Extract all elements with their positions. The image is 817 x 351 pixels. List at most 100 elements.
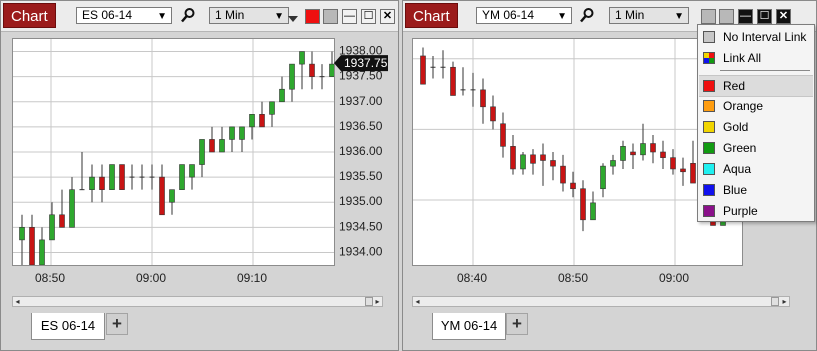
- time-axis: 08:50 09:00 09:10: [35, 271, 267, 285]
- plus-icon: +: [112, 314, 122, 333]
- candle-body: [309, 63, 315, 77]
- scroll-thumb[interactable]: [365, 297, 373, 306]
- menu-item-red[interactable]: Red: [699, 75, 813, 97]
- candle: [309, 51, 315, 90]
- horizontal-scrollbar[interactable]: ◂ ▸: [12, 296, 383, 307]
- chart-toolbar: Chart ES 06-14 ▼ 1 Min ▼ — ☐ ✕: [1, 1, 398, 32]
- interval-link-button[interactable]: [323, 9, 338, 24]
- candle: [680, 157, 686, 186]
- candle-body: [420, 55, 426, 85]
- y-tick-label: 1934.00: [339, 244, 383, 258]
- chevron-down-icon: ▼: [674, 11, 684, 22]
- scroll-thumb[interactable]: [771, 297, 779, 306]
- menu-item-aqua[interactable]: Aqua: [699, 159, 813, 179]
- candle: [129, 164, 135, 190]
- candle-body: [99, 176, 105, 190]
- candle: [169, 189, 175, 215]
- close-button[interactable]: ✕: [380, 9, 395, 24]
- candle: [470, 72, 476, 107]
- search-icon[interactable]: [579, 7, 595, 27]
- add-tab-button[interactable]: +: [506, 313, 528, 335]
- tab-ym-06-14[interactable]: YM 06-14: [432, 313, 506, 340]
- candle-body: [59, 214, 65, 228]
- minimize-button[interactable]: —: [342, 9, 357, 24]
- candle: [199, 139, 205, 178]
- candle-body: [540, 154, 546, 161]
- menu-item-label: No Interval Link: [723, 30, 807, 44]
- candle: [289, 63, 295, 102]
- candle-body: [199, 139, 205, 165]
- menu-item-orange[interactable]: Orange: [699, 96, 813, 116]
- search-icon[interactable]: [180, 7, 196, 27]
- close-icon: ✕: [778, 10, 789, 22]
- horizontal-scrollbar[interactable]: ◂ ▸: [412, 296, 790, 307]
- close-button[interactable]: ✕: [776, 9, 791, 24]
- minimize-button[interactable]: —: [738, 9, 753, 24]
- y-tick-label: 1934.50: [339, 219, 383, 233]
- color-swatch-icon: [703, 80, 715, 92]
- dropdown-triangle-icon[interactable]: [287, 12, 299, 26]
- candle: [229, 126, 235, 152]
- instrument-selector[interactable]: ES 06-14 ▼: [76, 7, 172, 24]
- maximize-button[interactable]: ☐: [757, 9, 772, 24]
- plot-area[interactable]: [12, 38, 345, 266]
- candle: [149, 164, 155, 190]
- menu-separator: [720, 70, 810, 71]
- candle: [59, 189, 65, 228]
- close-icon: ✕: [382, 10, 393, 22]
- candle-body: [510, 146, 516, 170]
- tab-label: ES 06-14: [40, 318, 96, 333]
- y-tick-label: 1935.50: [339, 169, 383, 183]
- candle: [29, 214, 35, 266]
- menu-item-green[interactable]: Green: [699, 138, 813, 158]
- tab-es-06-14[interactable]: ES 06-14: [31, 313, 105, 340]
- x-tick-label: 09:10: [237, 271, 267, 285]
- candlestick-chart: [13, 39, 345, 266]
- candle-body: [119, 164, 125, 190]
- link-color-button[interactable]: [305, 9, 320, 24]
- candle-body: [680, 168, 686, 173]
- menu-item-gold[interactable]: Gold: [699, 117, 813, 137]
- candle-body: [660, 151, 666, 158]
- maximize-button[interactable]: ☐: [361, 9, 376, 24]
- candle-body: [179, 164, 185, 190]
- interval-selector[interactable]: 1 Min ▼: [609, 7, 689, 24]
- minimize-icon: —: [740, 10, 751, 22]
- y-tick-label: 1937.00: [339, 94, 383, 108]
- scroll-right-icon[interactable]: ▸: [373, 297, 382, 306]
- color-swatch-icon: [703, 205, 715, 217]
- interval-link-button[interactable]: [719, 9, 734, 24]
- y-tick-label: 1936.00: [339, 144, 383, 158]
- menu-item-blue[interactable]: Blue: [699, 180, 813, 200]
- instrument-value: ES 06-14: [82, 8, 133, 22]
- scroll-left-icon[interactable]: ◂: [413, 297, 422, 306]
- x-tick-label: 08:40: [457, 271, 487, 285]
- candle-body: [640, 143, 646, 156]
- candle: [249, 114, 255, 140]
- last-price-marker: 1937.75: [334, 55, 388, 72]
- candle: [490, 95, 496, 130]
- candle: [600, 163, 606, 198]
- candle: [209, 126, 215, 153]
- candle-body: [520, 154, 526, 170]
- scroll-right-icon[interactable]: ▸: [780, 297, 789, 306]
- instrument-selector[interactable]: YM 06-14 ▼: [476, 7, 572, 24]
- menu-item-label: Purple: [723, 204, 758, 218]
- interval-selector[interactable]: 1 Min ▼: [209, 7, 289, 24]
- menu-item-no-interval-link[interactable]: No Interval Link: [699, 27, 813, 47]
- candle: [560, 154, 566, 192]
- menu-item-label: Aqua: [723, 162, 752, 176]
- plus-icon: +: [512, 314, 522, 333]
- candle: [159, 164, 165, 216]
- candle-body: [89, 176, 95, 190]
- candle: [99, 164, 105, 203]
- menu-item-link-all[interactable]: Link All: [699, 48, 813, 68]
- candle-body: [279, 88, 285, 103]
- link-color-button[interactable]: [701, 9, 716, 24]
- menu-item-purple[interactable]: Purple: [699, 201, 813, 221]
- time-axis: 08:40 08:50 09:00: [457, 271, 689, 285]
- add-tab-button[interactable]: +: [106, 313, 128, 335]
- plot-area[interactable]: [412, 38, 743, 266]
- interval-value: 1 Min: [615, 8, 645, 22]
- scroll-left-icon[interactable]: ◂: [13, 297, 22, 306]
